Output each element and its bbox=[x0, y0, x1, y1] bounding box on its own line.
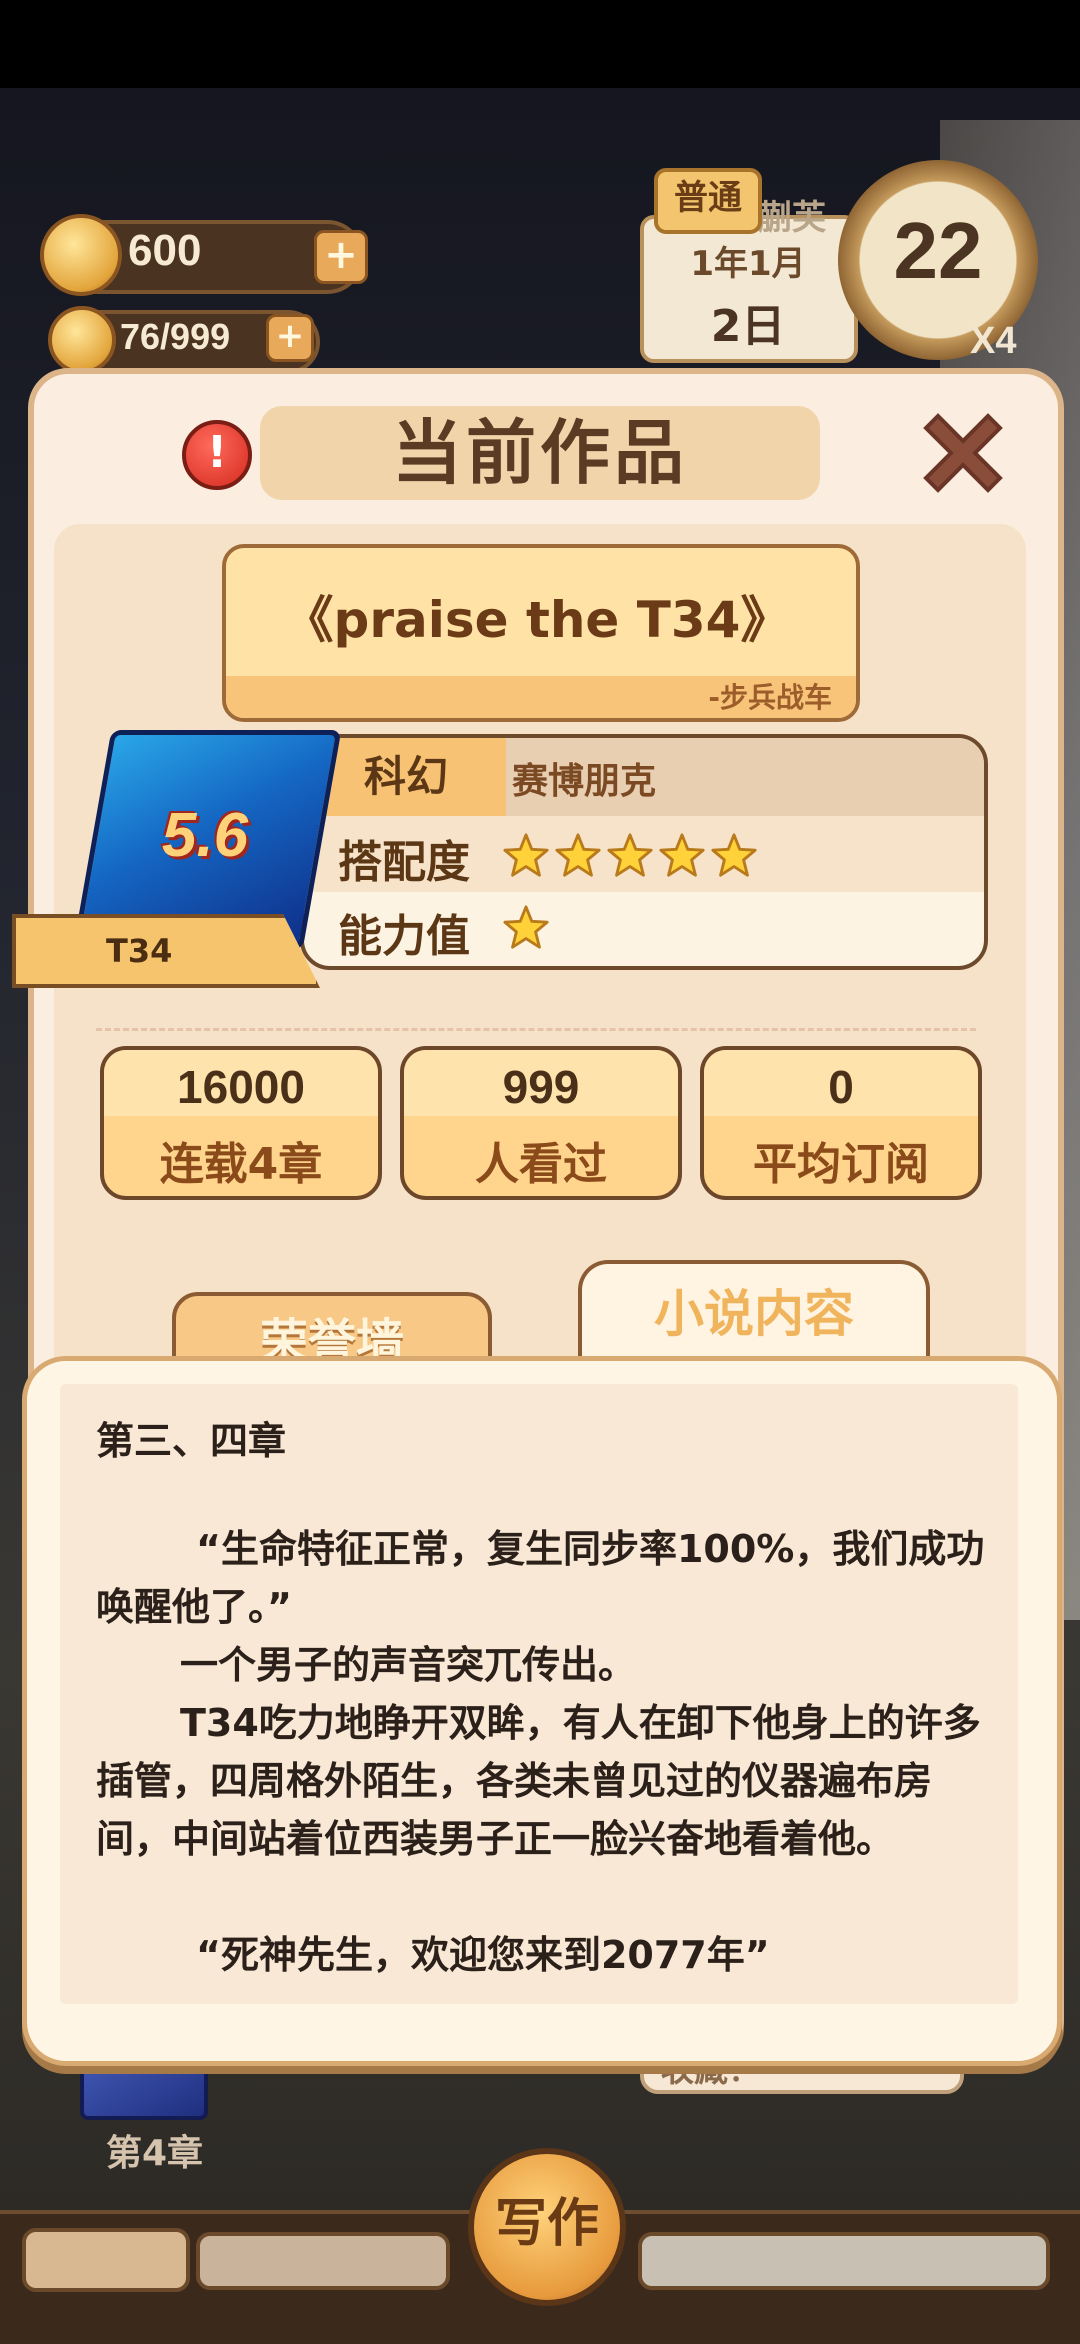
paragraph: 一个男子的声音突兀传出。 bbox=[180, 1643, 637, 1687]
date-day: 2日 bbox=[710, 301, 786, 352]
star-icon bbox=[503, 905, 549, 949]
stat-value: 16000 bbox=[177, 1061, 305, 1113]
add-coins-button[interactable]: + bbox=[314, 230, 368, 284]
stat-label: 平均订阅 bbox=[753, 1139, 929, 1190]
star-icon bbox=[503, 833, 549, 877]
close-icon[interactable] bbox=[908, 398, 1018, 508]
stat-value: 999 bbox=[502, 1061, 580, 1113]
energy-icon bbox=[48, 306, 116, 374]
panel-title: 当前作品 bbox=[260, 406, 820, 500]
difficulty-tag: 普通 bbox=[654, 168, 762, 234]
clock-value: 22 bbox=[893, 206, 983, 295]
work-title: 《praise the T34》 bbox=[283, 591, 791, 649]
stat-readers: 999 人看过 bbox=[400, 1046, 682, 1200]
stat-value: 0 bbox=[828, 1061, 854, 1113]
book-score: 5.6 bbox=[161, 801, 249, 870]
stat-subscriptions: 0 平均订阅 bbox=[700, 1046, 982, 1200]
energy-value: 76/999 bbox=[120, 316, 231, 357]
subgenre-label: 赛博朋克 bbox=[512, 761, 657, 802]
write-button[interactable]: 写作 bbox=[468, 2148, 626, 2306]
chapter-label: 第4章 bbox=[106, 2133, 204, 2174]
date-year-month: 1年1月 bbox=[690, 244, 806, 284]
match-stars bbox=[502, 832, 762, 884]
alert-icon[interactable]: ! bbox=[182, 420, 252, 490]
date-partial-label: 蒯芙 bbox=[758, 198, 826, 238]
paragraph: “生命特征正常，复生同步率100%，我们成功唤醒他了。” bbox=[96, 1527, 985, 1629]
chapter-heading: 第三、四章 bbox=[96, 1419, 287, 1463]
speed-multiplier[interactable]: X4 bbox=[970, 320, 1016, 363]
ability-label: 能力值 bbox=[338, 911, 470, 962]
star-icon bbox=[555, 833, 601, 877]
bottom-slot-right[interactable] bbox=[638, 2232, 1050, 2290]
progress-bar bbox=[196, 2232, 450, 2290]
status-bar bbox=[0, 0, 1080, 88]
bottom-slot-left[interactable] bbox=[22, 2228, 190, 2292]
coin-icon bbox=[40, 214, 122, 296]
star-icon bbox=[607, 833, 653, 877]
ability-stars bbox=[502, 904, 554, 956]
stat-chapters: 16000 连载4章 bbox=[100, 1046, 382, 1200]
stat-label: 连载4章 bbox=[159, 1139, 323, 1190]
book-name-ribbon: T34 bbox=[12, 914, 320, 988]
star-icon bbox=[659, 833, 705, 877]
paragraph: T34吃力地睁开双眸，有人在卸下他身上的许多插管，四周格外陌生，各类未曾见过的仪… bbox=[96, 1701, 981, 1861]
coins-value: 600 bbox=[128, 226, 202, 275]
work-subtitle: -步兵战车 bbox=[708, 681, 832, 714]
divider bbox=[96, 1028, 976, 1031]
match-label: 搭配度 bbox=[338, 837, 470, 888]
add-energy-button[interactable]: + bbox=[266, 314, 314, 362]
star-icon bbox=[711, 833, 757, 877]
stat-label: 人看过 bbox=[475, 1139, 607, 1190]
paragraph: “死神先生，欢迎您来到2077年” bbox=[196, 1933, 770, 1977]
